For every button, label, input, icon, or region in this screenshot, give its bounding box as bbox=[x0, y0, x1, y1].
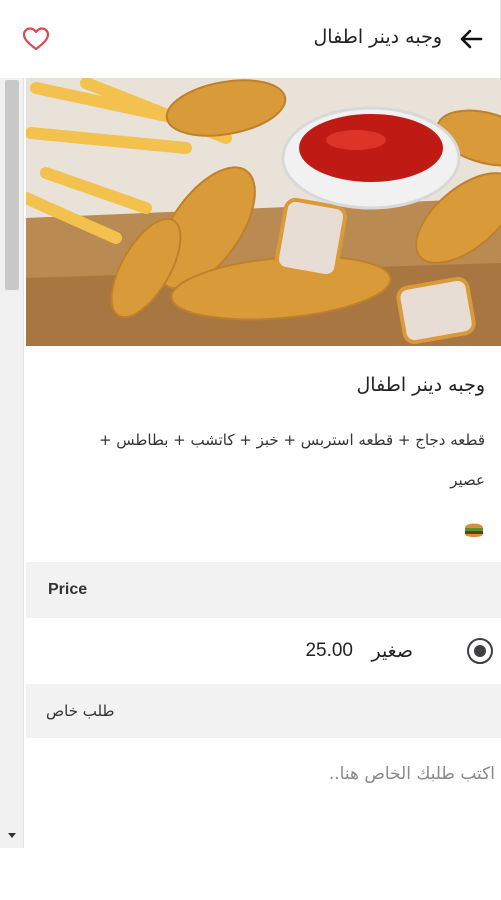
product-image bbox=[26, 78, 501, 346]
product-name: وجبه دينر اطفال bbox=[356, 374, 486, 396]
page-title: وجبه دينر اطفال bbox=[313, 26, 443, 48]
special-request-input[interactable] bbox=[26, 744, 501, 804]
special-request-header: طلب خاص bbox=[26, 684, 501, 738]
scrollbar-thumb[interactable] bbox=[5, 80, 19, 290]
price-option-row[interactable]: صغير 25.00 bbox=[26, 618, 501, 684]
special-request-label: طلب خاص bbox=[46, 702, 115, 720]
price-value: 25.00 bbox=[305, 640, 353, 661]
size-radio-button[interactable] bbox=[467, 638, 493, 664]
scrollbar[interactable] bbox=[0, 78, 24, 848]
price-header-label: Price bbox=[48, 581, 88, 598]
heart-outline-icon bbox=[22, 27, 50, 51]
product-description: قطعه دجاج + قطعه استربس + خبز + كاتشب + … bbox=[98, 431, 485, 489]
scroll-down-arrow-icon[interactable] bbox=[8, 833, 16, 838]
arrow-back-icon bbox=[460, 29, 483, 49]
app-bar: وجبه دينر اطفال bbox=[0, 0, 501, 78]
favorite-button[interactable] bbox=[22, 26, 50, 52]
back-button[interactable] bbox=[456, 24, 486, 54]
burger-icon bbox=[463, 518, 485, 540]
chicken-strips-fries-photo bbox=[26, 78, 501, 346]
price-section-header: Price bbox=[26, 562, 501, 618]
radio-selected-dot bbox=[474, 645, 486, 657]
size-label: صغير bbox=[371, 640, 413, 662]
